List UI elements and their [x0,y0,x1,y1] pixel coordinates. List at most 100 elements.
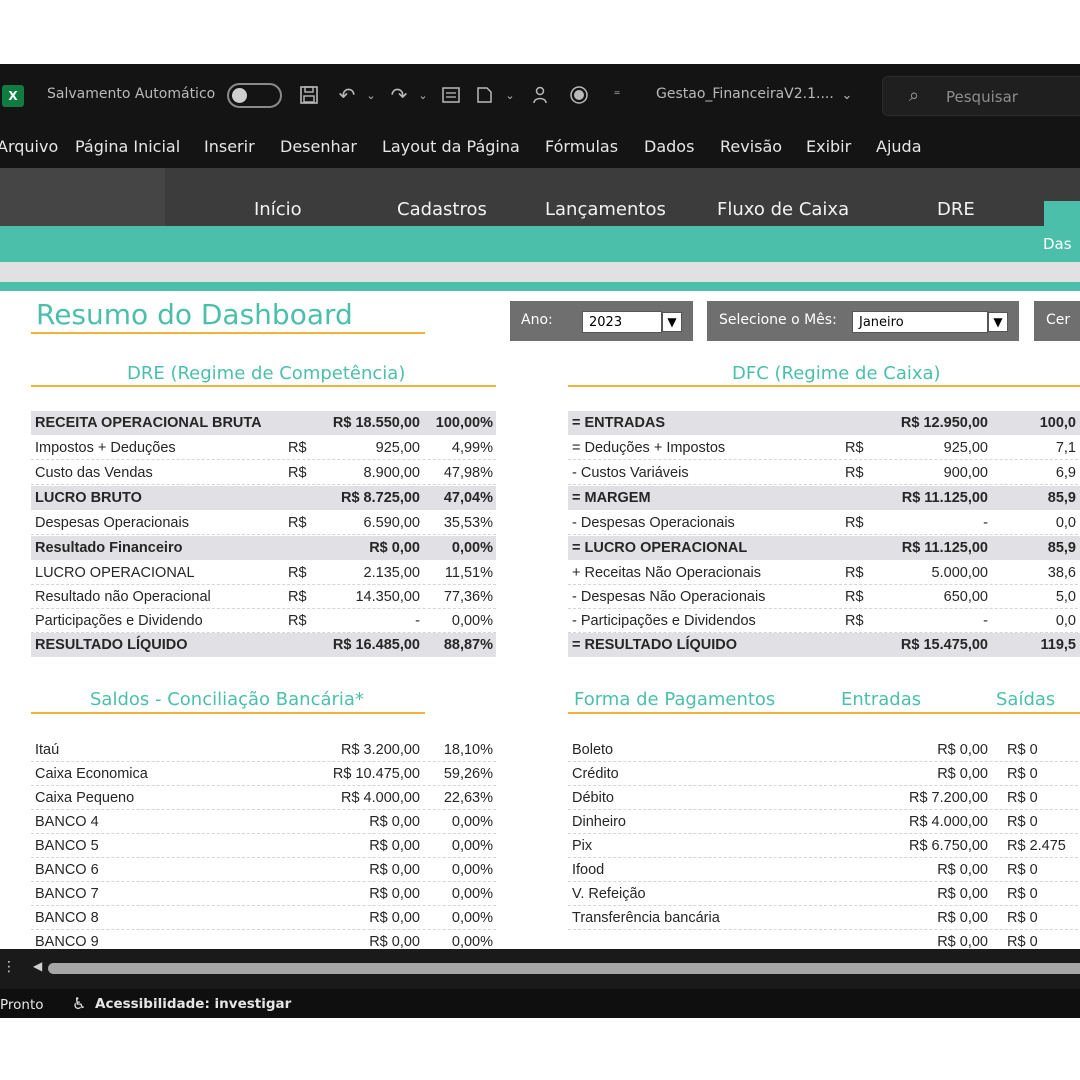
table-row[interactable]: Transferência bancária R$ 0,00 R$ 0 [568,906,1080,930]
nav-lancamentos[interactable]: Lançamentos [545,199,666,220]
row-percent: 0,0 [1055,613,1076,629]
chevron-down-icon[interactable]: ⌄ [496,81,524,109]
table-row[interactable]: - Despesas Operacionais R$ - 0,0 [568,511,1080,535]
table-row[interactable]: = Deduções + Impostos R$ 925,00 7,1 [568,436,1080,460]
dre-title: DRE (Regime de Competência) [127,363,406,384]
extra-filter: Cer [1034,301,1080,341]
table-row[interactable]: RESULTADO LÍQUIDO R$ 16.485,00 88,87% [31,633,496,657]
table-row[interactable]: - Participações e Dividendos R$ - 0,0 [568,609,1080,633]
chevron-down-icon[interactable]: ▼ [988,312,1008,332]
menu-pagina-inicial[interactable]: Página Inicial [75,137,180,156]
table-row[interactable]: Resultado Financeiro R$ 0,00 0,00% [31,536,496,560]
menu-desenhar[interactable]: Desenhar [280,137,357,156]
table-row[interactable]: LUCRO OPERACIONAL R$ 2.135,00 11,51% [31,561,496,585]
person-icon[interactable] [527,81,555,109]
table-row[interactable]: BANCO 4 R$ 0,00 0,00% [31,810,496,834]
autosave-toggle[interactable] [227,83,282,108]
row-percent: 0,00% [451,934,493,950]
scroll-left-icon[interactable]: ◀ [33,959,42,973]
table-row[interactable]: = RESULTADO LÍQUIDO R$ 15.475,00 119,5 [568,633,1080,657]
accessibility-status[interactable]: Acessibilidade: investigar [95,996,291,1012]
table-row[interactable]: Caixa Pequeno R$ 4.000,00 22,63% [31,786,496,810]
row-label: - Despesas Operacionais [572,515,735,531]
dfc-title: DFC (Regime de Caixa) [732,363,941,384]
chevron-down-icon[interactable]: ▼ [662,312,682,332]
row-label: = ENTRADAS [572,415,666,431]
table-row[interactable]: BANCO 7 R$ 0,00 0,00% [31,882,496,906]
table-row[interactable]: Participações e Dividendo R$ - 0,00% [31,609,496,633]
row-entradas: R$ 0,00 [937,766,988,782]
menu-exibir[interactable]: Exibir [806,137,851,156]
table-row[interactable]: = ENTRADAS R$ 12.950,00 100,0 [568,411,1080,435]
table-row[interactable]: Débito R$ 7.200,00 R$ 0 [568,786,1080,810]
table-row[interactable]: = LUCRO OPERACIONAL R$ 11.125,00 85,9 [568,536,1080,560]
title-bar: X Salvamento Automático ↶ ⌄ ↷ ⌄ ⌄ ⁼ Gest… [0,64,1080,126]
table-row[interactable]: - Custos Variáveis R$ 900,00 6,9 [568,461,1080,485]
nav-active-band: Das [0,226,1080,262]
menu-arquivo[interactable]: Arquivo [0,137,58,156]
chevron-down-icon[interactable]: ⌄ [357,81,385,109]
nav-dashboard-active[interactable]: Das [1043,235,1072,253]
nav-dre[interactable]: DRE [937,199,975,220]
file-name[interactable]: Gestao_FinanceiraV2.1.... [656,86,834,102]
row-percent: 0,00% [451,886,493,902]
nav-inicio[interactable]: Início [254,199,302,220]
row-value: R$ 0,00 [369,814,420,830]
row-saidas: R$ 2.475 [1007,838,1066,854]
table-row[interactable]: Caixa Economica R$ 10.475,00 59,26% [31,762,496,786]
year-select[interactable]: 2023 [582,311,662,333]
save-icon[interactable] [295,81,323,109]
row-percent: 0,00% [451,838,493,854]
table-row[interactable]: Ifood R$ 0,00 R$ 0 [568,858,1080,882]
menu-revisao[interactable]: Revisão [720,137,782,156]
row-label: RESULTADO LÍQUIDO [35,637,188,653]
month-filter: Selecione o Mês: Janeiro ▼ [707,301,1019,341]
table-row[interactable]: BANCO 8 R$ 0,00 0,00% [31,906,496,930]
table-row[interactable]: Dinheiro R$ 4.000,00 R$ 0 [568,810,1080,834]
row-percent: 22,63% [443,790,493,806]
form-icon[interactable] [437,81,465,109]
table-row[interactable]: Crédito R$ 0,00 R$ 0 [568,762,1080,786]
nav-fluxo-de-caixa[interactable]: Fluxo de Caixa [717,199,849,220]
more-options-icon[interactable]: ⋮ [2,959,16,975]
nav-active-tab[interactable] [1044,201,1080,226]
accessibility-icon[interactable]: ♿ [72,994,86,1013]
currency-symbol: R$ [845,440,864,456]
table-row[interactable]: Boleto R$ 0,00 R$ 0 [568,738,1080,762]
menu-layout-da-pagina[interactable]: Layout da Página [382,137,520,156]
format-icon[interactable] [471,81,499,109]
menu-ajuda[interactable]: Ajuda [876,137,922,156]
chevron-down-icon[interactable]: ⌄ [833,81,861,109]
table-row[interactable]: LUCRO BRUTO R$ 8.725,00 47,04% [31,486,496,510]
scrollbar-thumb[interactable] [48,963,1080,974]
menu-dados[interactable]: Dados [644,137,694,156]
table-row[interactable]: Impostos + Deduções R$ 925,00 4,99% [31,436,496,460]
table-row[interactable]: BANCO 6 R$ 0,00 0,00% [31,858,496,882]
table-row[interactable]: RECEITA OPERACIONAL BRUTA R$ 18.550,00 100… [31,411,496,435]
table-row[interactable]: Despesas Operacionais R$ 6.590,00 35,53% [31,511,496,535]
table-row[interactable]: Pix R$ 6.750,00 R$ 2.475 [568,834,1080,858]
table-row[interactable]: V. Refeição R$ 0,00 R$ 0 [568,882,1080,906]
row-value: R$ 0,00 [369,886,420,902]
table-row[interactable]: = MARGEM R$ 11.125,00 85,9 [568,486,1080,510]
table-row[interactable]: - Despesas Não Operacionais R$ 650,00 5,0 [568,585,1080,609]
menu-inserir[interactable]: Inserir [204,137,255,156]
table-row[interactable]: Custo das Vendas R$ 8.900,00 47,98% [31,461,496,485]
excel-logo-icon[interactable]: X [2,85,24,107]
customize-icon[interactable]: ⁼ [603,81,631,109]
month-select[interactable]: Janeiro [852,311,988,333]
horizontal-scrollbar[interactable]: ⋮ ◀ [0,949,1080,989]
row-percent: 100,0 [1039,415,1076,431]
search-box[interactable]: ⌕ Pesquisar [882,76,1080,116]
status-ready: Pronto [0,997,44,1013]
chevron-down-icon[interactable]: ⌄ [409,81,437,109]
menu-formulas[interactable]: Fórmulas [545,137,618,156]
record-icon[interactable] [565,81,593,109]
table-row[interactable]: Itaú R$ 3.200,00 18,10% [31,738,496,762]
table-row[interactable]: + Receitas Não Operacionais R$ 5.000,00 38,… [568,561,1080,585]
row-value: - [983,515,988,531]
row-percent: 11,51% [444,565,493,581]
table-row[interactable]: BANCO 5 R$ 0,00 0,00% [31,834,496,858]
table-row[interactable]: Resultado não Operacional R$ 14.350,00 77,3… [31,585,496,609]
nav-cadastros[interactable]: Cadastros [397,199,487,220]
